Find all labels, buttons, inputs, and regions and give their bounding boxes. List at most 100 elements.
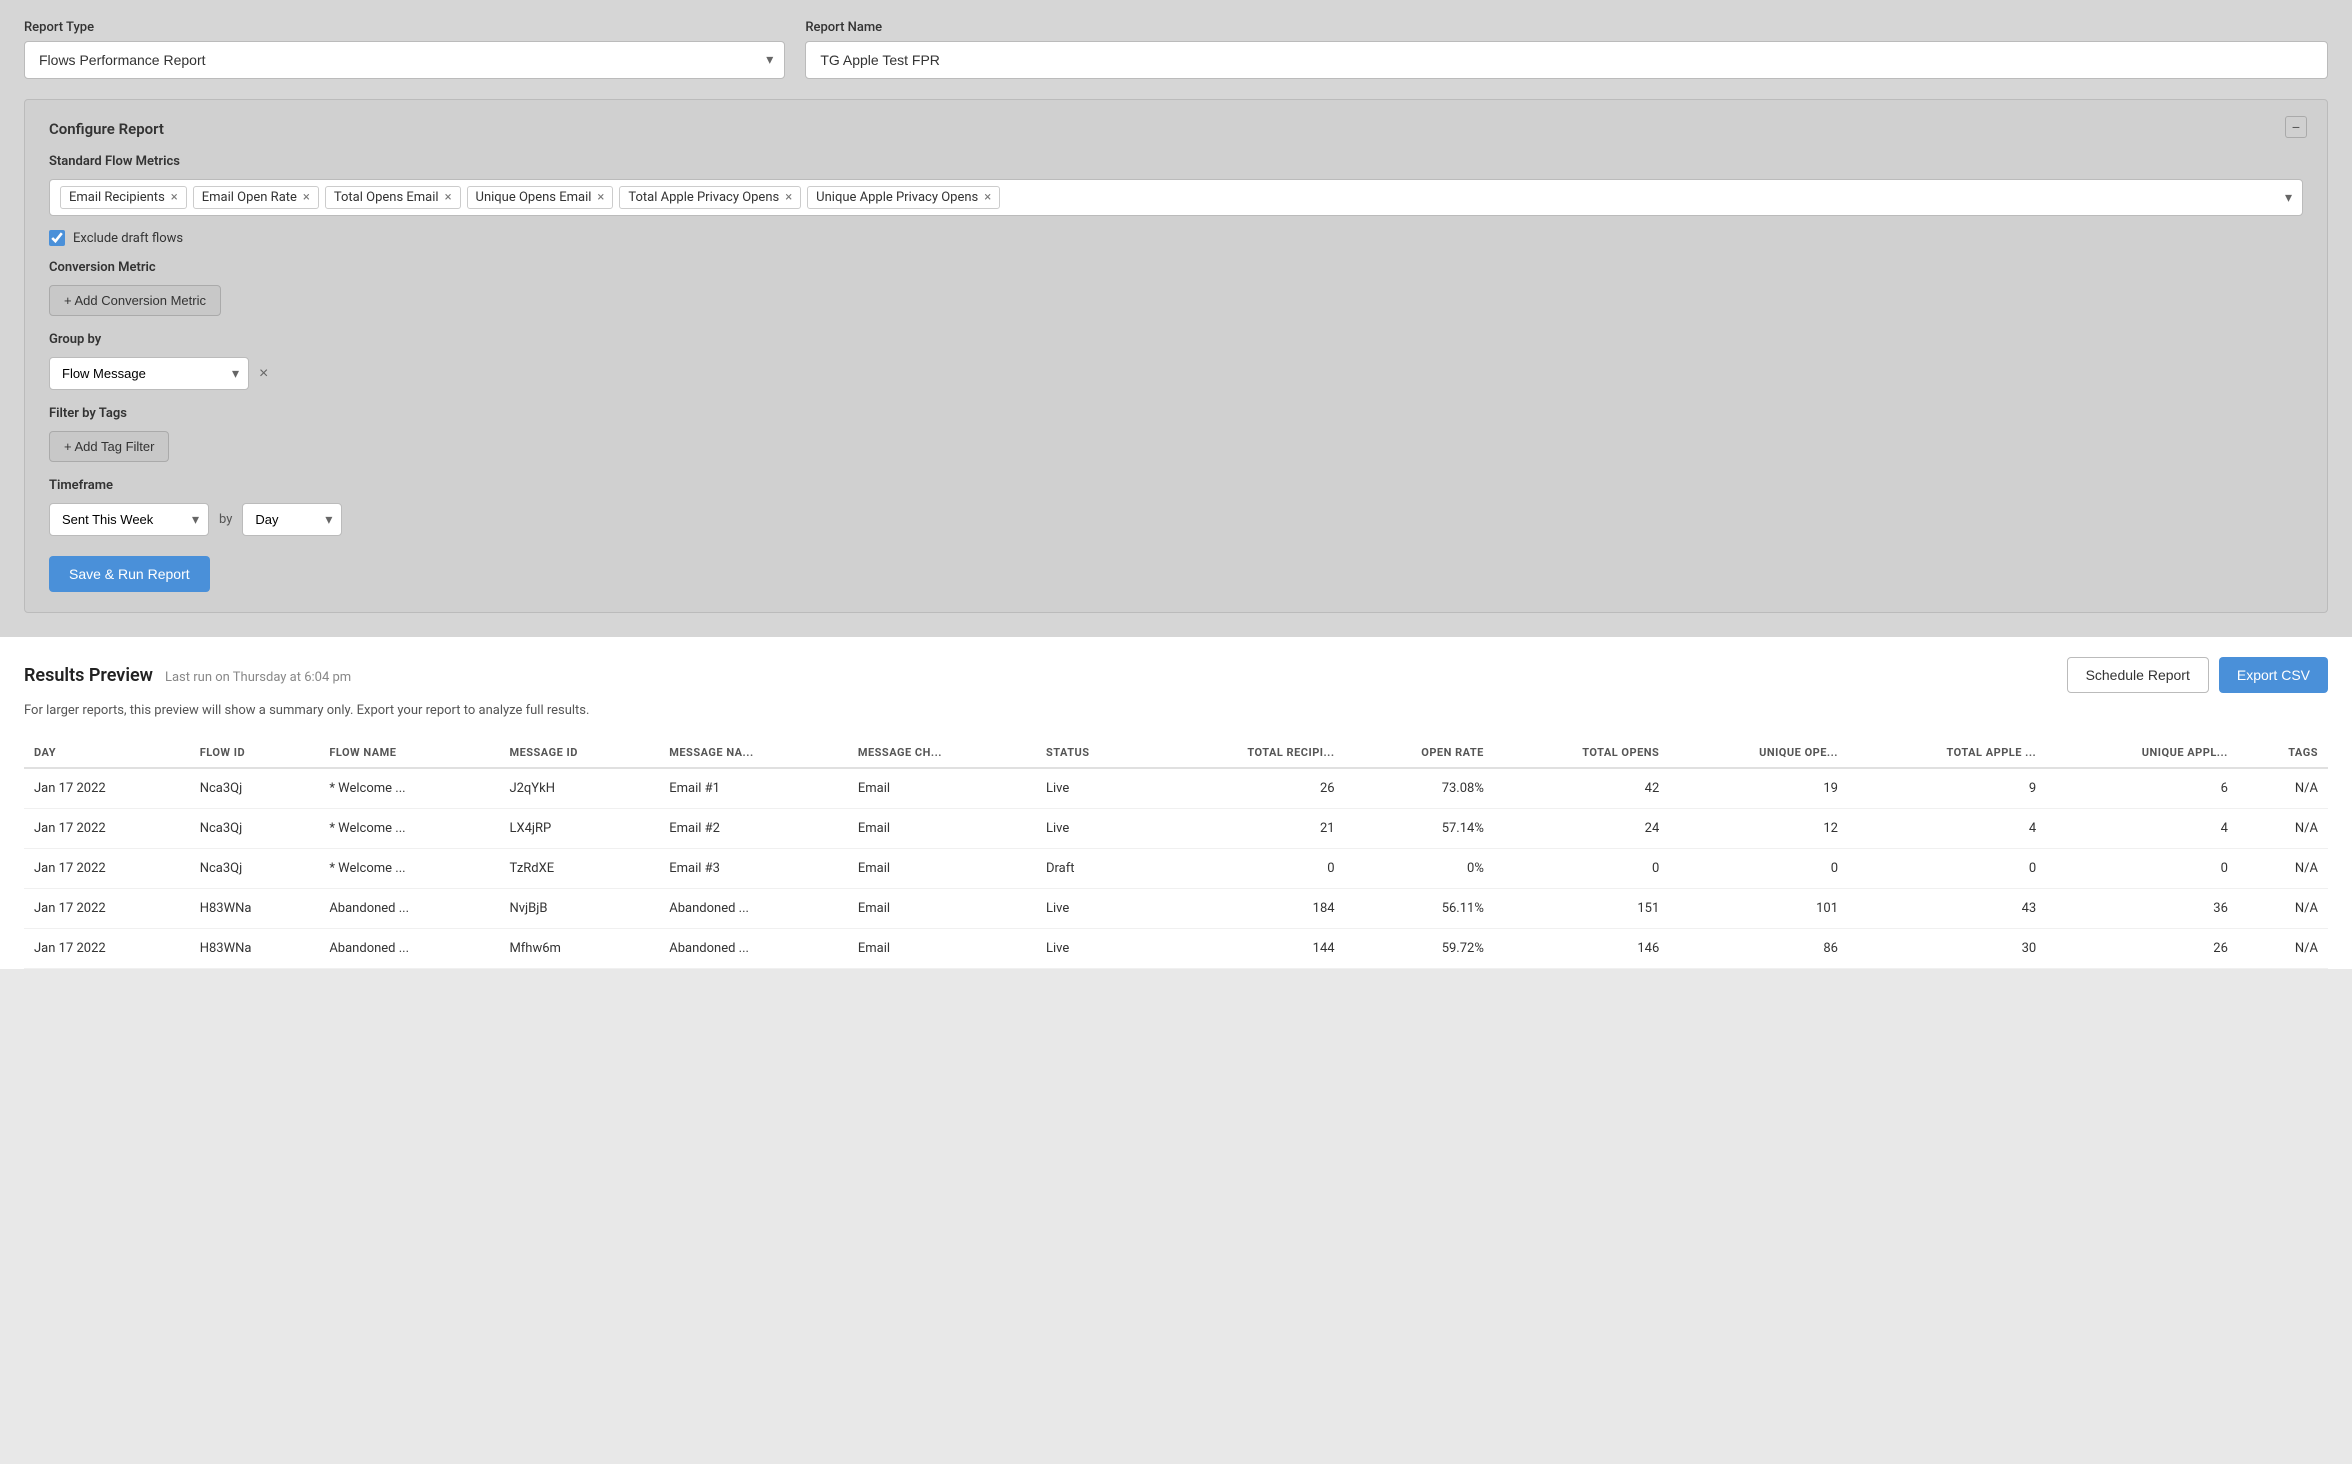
col-message-id: MESSAGE ID: [499, 738, 659, 768]
remove-email-recipients[interactable]: ×: [171, 191, 178, 204]
col-message-channel: MESSAGE CH...: [848, 738, 1036, 768]
cell-messagename: Abandoned ...: [659, 889, 848, 929]
metric-tag-email-recipients: Email Recipients ×: [60, 186, 187, 209]
report-name-input[interactable]: [805, 41, 2328, 79]
col-flow-name: FLOW NAME: [319, 738, 499, 768]
last-run-text: Last run on Thursday at 6:04 pm: [165, 670, 351, 685]
cell-flowname: Abandoned ...: [319, 929, 499, 969]
table-row: Jan 17 2022Nca3Qj* Welcome ...TzRdXEEmai…: [24, 849, 2328, 889]
cell-flowid: Nca3Qj: [190, 849, 320, 889]
collapse-button[interactable]: −: [2285, 116, 2307, 138]
cell-totalapple: 43: [1848, 889, 2046, 929]
cell-status: Draft: [1036, 849, 1151, 889]
export-csv-button[interactable]: Export CSV: [2219, 657, 2328, 693]
cell-status: Live: [1036, 809, 1151, 849]
cell-messagechannel: Email: [848, 889, 1036, 929]
col-open-rate: OPEN RATE: [1345, 738, 1494, 768]
by-label: by: [219, 512, 232, 527]
cell-tags: N/A: [2238, 889, 2328, 929]
cell-messageid: NvjBjB: [499, 889, 659, 929]
cell-day: Jan 17 2022: [24, 929, 190, 969]
remove-total-apple-privacy[interactable]: ×: [785, 191, 792, 204]
table-row: Jan 17 2022Nca3Qj* Welcome ...J2qYkHEmai…: [24, 768, 2328, 809]
table-row: Jan 17 2022H83WNaAbandoned ...NvjBjBAban…: [24, 889, 2328, 929]
col-day: DAY: [24, 738, 190, 768]
exclude-draft-label: Exclude draft flows: [73, 231, 183, 246]
cell-day: Jan 17 2022: [24, 889, 190, 929]
metric-tag-unique-opens-email: Unique Opens Email ×: [467, 186, 614, 209]
save-run-button[interactable]: Save & Run Report: [49, 556, 210, 592]
timeframe-select[interactable]: Sent This Week Last 7 Days Last 30 Days …: [49, 503, 209, 536]
cell-totalopens: 146: [1494, 929, 1669, 969]
cell-flowid: Nca3Qj: [190, 809, 320, 849]
schedule-report-button[interactable]: Schedule Report: [2067, 657, 2209, 693]
col-tags: TAGS: [2238, 738, 2328, 768]
cell-tags: N/A: [2238, 768, 2328, 809]
cell-messageid: J2qYkH: [499, 768, 659, 809]
remove-unique-apple-privacy[interactable]: ×: [984, 191, 991, 204]
cell-totalrecipients: 26: [1151, 768, 1345, 809]
timeframe-label: Timeframe: [49, 478, 2303, 493]
cell-uniqueopens: 12: [1669, 809, 1848, 849]
exclude-draft-row: Exclude draft flows: [49, 230, 2303, 246]
cell-uniqueapple: 6: [2046, 768, 2238, 809]
cell-totalapple: 9: [1848, 768, 2046, 809]
cell-tags: N/A: [2238, 809, 2328, 849]
cell-flowname: Abandoned ...: [319, 889, 499, 929]
cell-flowid: H83WNa: [190, 929, 320, 969]
remove-email-open-rate[interactable]: ×: [303, 191, 310, 204]
cell-messagename: Email #1: [659, 768, 848, 809]
cell-messageid: Mfhw6m: [499, 929, 659, 969]
cell-totalopens: 24: [1494, 809, 1669, 849]
metric-tag-total-opens-email: Total Opens Email ×: [325, 186, 461, 209]
add-conversion-metric-button[interactable]: + Add Conversion Metric: [49, 285, 221, 316]
results-preview-title: Results Preview: [24, 665, 153, 686]
cell-uniqueapple: 4: [2046, 809, 2238, 849]
filter-by-tags-section: Filter by Tags + Add Tag Filter: [49, 406, 2303, 462]
cell-messagename: Email #3: [659, 849, 848, 889]
metric-tag-email-open-rate: Email Open Rate ×: [193, 186, 319, 209]
report-type-select[interactable]: Flows Performance Report: [24, 41, 785, 79]
group-by-label: Group by: [49, 332, 2303, 347]
cell-openrate: 57.14%: [1345, 809, 1494, 849]
report-type-label: Report Type: [24, 20, 785, 35]
remove-total-opens-email[interactable]: ×: [445, 191, 452, 204]
col-total-apple: TOTAL APPLE ...: [1848, 738, 2046, 768]
group-by-row: Flow Message Flow Message Channel ×: [49, 357, 2303, 390]
cell-totalopens: 42: [1494, 768, 1669, 809]
table-row: Jan 17 2022Nca3Qj* Welcome ...LX4jRPEmai…: [24, 809, 2328, 849]
group-by-select-wrapper[interactable]: Flow Message Flow Message Channel: [49, 357, 249, 390]
add-tag-filter-button[interactable]: + Add Tag Filter: [49, 431, 169, 462]
timeframe-row: Sent This Week Last 7 Days Last 30 Days …: [49, 503, 2303, 536]
results-actions: Schedule Report Export CSV: [2067, 657, 2328, 693]
filter-by-tags-label: Filter by Tags: [49, 406, 2303, 421]
metric-label: Total Opens Email: [334, 190, 439, 205]
metric-tag-total-apple-privacy: Total Apple Privacy Opens ×: [619, 186, 801, 209]
metrics-dropdown-arrow[interactable]: ▾: [2285, 190, 2292, 206]
cell-uniqueopens: 0: [1669, 849, 1848, 889]
report-type-select-wrapper[interactable]: Flows Performance Report: [24, 41, 785, 79]
cell-totalapple: 4: [1848, 809, 2046, 849]
cell-uniqueopens: 19: [1669, 768, 1848, 809]
clear-group-by-button[interactable]: ×: [259, 365, 268, 383]
metric-label: Unique Opens Email: [476, 190, 592, 205]
cell-uniqueapple: 0: [2046, 849, 2238, 889]
cell-day: Jan 17 2022: [24, 768, 190, 809]
exclude-draft-checkbox[interactable]: [49, 230, 65, 246]
group-by-select[interactable]: Flow Message Flow Message Channel: [49, 357, 249, 390]
results-header: Results Preview Last run on Thursday at …: [24, 657, 2328, 693]
cell-messageid: TzRdXE: [499, 849, 659, 889]
timeframe-select-wrapper[interactable]: Sent This Week Last 7 Days Last 30 Days …: [49, 503, 209, 536]
cell-day: Jan 17 2022: [24, 809, 190, 849]
conversion-metric-section: Conversion Metric + Add Conversion Metri…: [49, 260, 2303, 316]
granularity-select[interactable]: Day Week Month: [242, 503, 342, 536]
cell-uniqueopens: 86: [1669, 929, 1848, 969]
results-section: Results Preview Last run on Thursday at …: [0, 637, 2352, 969]
remove-unique-opens-email[interactable]: ×: [597, 191, 604, 204]
day-select-wrapper[interactable]: Day Week Month: [242, 503, 342, 536]
cell-status: Live: [1036, 889, 1151, 929]
cell-messagechannel: Email: [848, 929, 1036, 969]
cell-status: Live: [1036, 929, 1151, 969]
cell-uniqueopens: 101: [1669, 889, 1848, 929]
cell-totalopens: 151: [1494, 889, 1669, 929]
